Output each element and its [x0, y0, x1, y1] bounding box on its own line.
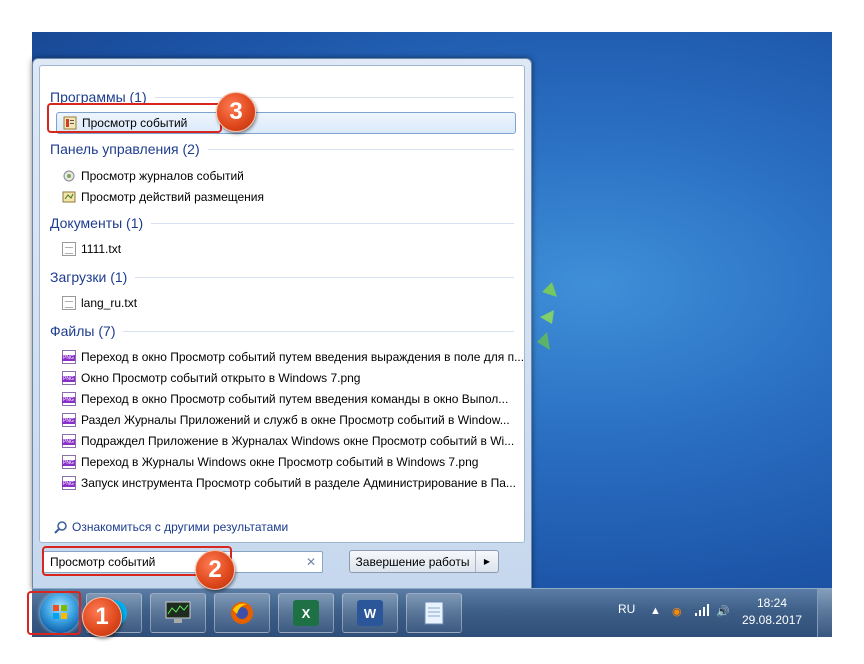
png-file-icon: PNG: [62, 476, 76, 490]
notepad-icon: [424, 601, 444, 625]
excel-icon: X: [293, 600, 319, 626]
png-file-icon: PNG: [62, 434, 76, 448]
shutdown-button[interactable]: Завершение работы ▶: [349, 550, 499, 573]
result-file[interactable]: PNG Раздел Журналы Приложений и служб в …: [62, 410, 510, 430]
result-document-1111[interactable]: 1111.txt: [62, 239, 121, 259]
result-file[interactable]: PNG Окно Просмотр событий открыто в Wind…: [62, 368, 360, 388]
taskbar-system-monitor[interactable]: [150, 593, 206, 633]
windows-logo-icon: [537, 282, 557, 350]
result-label: Переход в окно Просмотр событий путем вв…: [81, 350, 525, 364]
search-results-pane: Программы (1) Просмотр событий Панель уп…: [39, 65, 525, 543]
start-menu: Программы (1) Просмотр событий Панель уп…: [32, 58, 532, 590]
annotation-number: 1: [95, 603, 109, 630]
notification-area: RU ▲ ◉ 🔊 18:24 29.08.2017: [610, 589, 802, 637]
result-label: 1111.txt: [81, 242, 122, 256]
volume-icon[interactable]: 🔊: [716, 605, 730, 618]
result-view-placement-actions[interactable]: Просмотр действий размещения: [62, 187, 264, 207]
divider: [207, 148, 514, 150]
annotation-number: 3: [229, 98, 243, 125]
see-more-results-link[interactable]: Ознакомиться с другими результатами: [54, 518, 288, 536]
show-desktop-button[interactable]: [817, 589, 832, 637]
annotation-number: 2: [208, 556, 222, 583]
text-file-icon: [62, 296, 76, 310]
result-label: Запуск инструмента Просмотр событий в ра…: [81, 476, 516, 490]
group-header-label: Панель управления (2): [50, 141, 200, 157]
firefox-icon: [231, 602, 253, 624]
result-label: Переход в Журналы Windows окне Просмотр …: [81, 455, 479, 469]
png-file-icon: PNG: [62, 455, 76, 469]
word-letter: W: [363, 605, 377, 621]
group-header-label: Документы (1): [50, 215, 144, 231]
annotation-box-start: [27, 591, 81, 635]
avast-icon[interactable]: ◉: [672, 605, 682, 618]
taskbar-word[interactable]: W: [342, 593, 398, 633]
divider: [135, 276, 514, 278]
text-file-icon: [62, 242, 76, 256]
png-file-icon: PNG: [62, 413, 76, 427]
result-label: Раздел Журналы Приложений и служб в окне…: [81, 413, 510, 427]
word-icon: W: [357, 600, 383, 626]
annotation-badge-2: 2: [195, 550, 235, 590]
group-header-label: Файлы (7): [50, 323, 116, 339]
event-logs-icon: [63, 170, 75, 182]
result-label: Просмотр действий размещения: [81, 190, 265, 204]
clock[interactable]: 18:24 29.08.2017: [742, 595, 802, 629]
group-header-label: Загрузки (1): [50, 269, 128, 285]
taskbar-firefox[interactable]: [214, 593, 270, 633]
network-icon[interactable]: [694, 603, 710, 617]
group-header-downloads[interactable]: Загрузки (1): [50, 268, 514, 286]
result-file[interactable]: PNG Запуск инструмента Просмотр событий …: [62, 473, 516, 493]
result-download-lang-ru[interactable]: lang_ru.txt: [62, 293, 137, 313]
clock-date: 29.08.2017: [742, 613, 803, 627]
result-file[interactable]: PNG Переход в окно Просмотр событий путе…: [62, 347, 524, 367]
result-label: Переход в окно Просмотр событий путем вв…: [81, 392, 509, 406]
annotation-badge-1: 1: [82, 597, 122, 637]
png-file-icon: PNG: [62, 392, 76, 406]
group-header-documents[interactable]: Документы (1): [50, 214, 514, 232]
clock-time: 18:24: [756, 596, 788, 610]
monitor-icon: [165, 601, 191, 623]
result-label: Окно Просмотр событий открыто в Windows …: [81, 371, 361, 385]
result-file[interactable]: PNG Переход в Журналы Windows окне Просм…: [62, 452, 478, 472]
png-file-icon: PNG: [62, 350, 76, 364]
divider: [123, 330, 514, 332]
divider: [154, 96, 514, 98]
group-header-files[interactable]: Файлы (7): [50, 322, 514, 340]
result-label: Просмотр журналов событий: [81, 169, 244, 183]
shutdown-options-button[interactable]: ▶: [476, 551, 498, 572]
result-label: lang_ru.txt: [81, 296, 138, 310]
see-more-results-label: Ознакомиться с другими результатами: [72, 520, 289, 534]
result-label: Подраждел Приложение в Журналах Windows …: [81, 434, 515, 448]
taskbar-excel[interactable]: X: [278, 593, 334, 633]
taskbar: S X W RU ▲ ◉: [32, 588, 832, 637]
excel-letter: X: [301, 605, 311, 621]
taskbar-notepad[interactable]: [406, 593, 462, 633]
result-file[interactable]: PNG Подраждел Приложение в Журналах Wind…: [62, 431, 514, 451]
divider: [151, 222, 514, 224]
result-view-event-logs[interactable]: Просмотр журналов событий: [62, 166, 244, 186]
result-file[interactable]: PNG Переход в окно Просмотр событий путе…: [62, 389, 508, 409]
close-icon[interactable]: ✕: [306, 555, 316, 569]
group-header-control-panel[interactable]: Панель управления (2): [50, 140, 514, 158]
annotation-badge-3: 3: [216, 92, 256, 132]
png-file-icon: PNG: [62, 371, 76, 385]
shutdown-label: Завершение работы: [350, 551, 476, 572]
annotation-box-result: [47, 103, 222, 133]
language-indicator[interactable]: RU: [618, 602, 635, 616]
search-icon: [54, 521, 67, 534]
placement-actions-icon: [62, 191, 76, 203]
chevron-up-icon[interactable]: ▲: [650, 605, 661, 617]
